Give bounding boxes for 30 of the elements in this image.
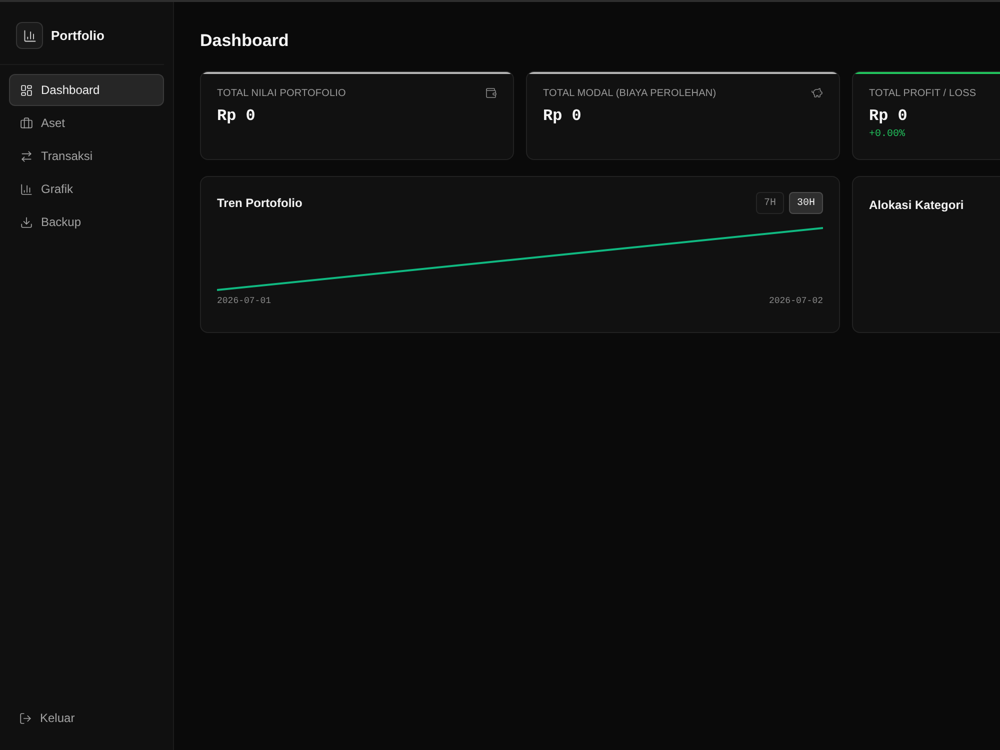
- axis-date-label: 2026-07-01: [217, 295, 272, 308]
- brand-name: Portfolio: [51, 26, 104, 45]
- logout-button[interactable]: Keluar: [9, 702, 164, 734]
- stat-change: +0.00%: [869, 128, 906, 142]
- panel-title: Tren Portofolio: [217, 195, 302, 212]
- range-toggle[interactable]: 7H: [756, 192, 784, 214]
- stat-value: Rp 0: [543, 106, 582, 127]
- nav-item[interactable]: Backup: [9, 206, 164, 238]
- stat-value: Rp 0: [869, 106, 908, 127]
- stat-value: Rp 0: [217, 106, 256, 127]
- stat-label: TOTAL PROFIT / LOSS: [869, 86, 976, 100]
- stat-label: TOTAL MODAL (BIAYA PEROLEHAN): [543, 86, 716, 100]
- piggy-bank-icon: [811, 87, 823, 99]
- logo-icon: [16, 22, 43, 49]
- bar-chart-icon: [20, 182, 33, 196]
- nav-item[interactable]: Grafik: [9, 173, 164, 205]
- stat-label: TOTAL NILAI PORTOFOLIO: [217, 86, 346, 100]
- nav-item[interactable]: Transaksi: [9, 140, 164, 172]
- briefcase-icon: [20, 116, 33, 130]
- wallet-icon: [485, 87, 497, 99]
- panel-title: Alokasi Kategori: [869, 198, 964, 212]
- arrows-icon: [20, 150, 33, 162]
- dashboard-icon: [20, 84, 33, 96]
- axis-date-label: 2026-07-02: [768, 295, 823, 308]
- download-icon: [20, 216, 33, 228]
- logout-icon: [19, 712, 32, 724]
- page-title: Dashboard: [200, 30, 290, 52]
- nav-item[interactable]: Aset: [9, 107, 164, 139]
- range-toggle[interactable]: 30H: [788, 192, 823, 214]
- nav-item[interactable]: Dashboard: [9, 74, 164, 106]
